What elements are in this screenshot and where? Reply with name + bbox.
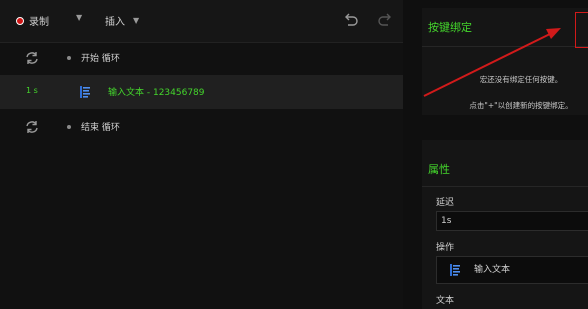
record-options-dropdown[interactable]: ▼ — [76, 13, 82, 22]
macro-row-loop-end[interactable]: 结束 循环 — [0, 110, 403, 144]
row-bullet — [67, 56, 71, 60]
text-doc-icon — [450, 264, 460, 276]
macro-toolbar: 录制 ▼ 插入 ▼ — [0, 0, 403, 43]
keybinding-panel: 按键绑定 宏还没有绑定任何按键。 点击"+"以创建新的按键绑定。 — [422, 8, 588, 115]
row-label: 开始 循环 — [81, 54, 120, 64]
redo-icon[interactable] — [377, 11, 393, 27]
loop-icon — [26, 52, 38, 64]
add-keybinding-button[interactable] — [575, 12, 588, 48]
no-binding-message: 宏还没有绑定任何按键。 — [479, 75, 563, 84]
record-button[interactable]: 录制 — [16, 13, 49, 28]
delay-value: 1s — [441, 216, 452, 226]
row-label: 输入文本 - 123456789 — [108, 88, 205, 98]
chevron-down-icon: ▼ — [76, 13, 83, 22]
text-label: 文本 — [436, 296, 455, 306]
macro-editor: 录制 ▼ 插入 ▼ 开始 循环 1 s 输入文本 - 123456789 结束 … — [0, 0, 403, 309]
record-label: 录制 — [29, 17, 49, 28]
keybinding-title: 按键绑定 — [428, 21, 472, 34]
row-bullet — [67, 125, 71, 129]
action-value: 输入文本 — [474, 265, 511, 275]
action-select[interactable]: 输入文本 — [436, 256, 588, 284]
delay-input[interactable]: 1s — [436, 211, 588, 231]
insert-label: 插入 — [105, 17, 125, 28]
record-icon — [16, 16, 24, 25]
chevron-down-icon: ▼ — [133, 16, 140, 25]
delay-label: 延迟 — [436, 198, 455, 208]
loop-icon — [26, 121, 38, 133]
insert-button[interactable]: 插入 ▼ — [105, 13, 139, 28]
action-label: 操作 — [436, 243, 455, 253]
row-delay: 1 s — [26, 86, 38, 95]
macro-row-type-text[interactable]: 1 s 输入文本 - 123456789 — [0, 75, 403, 109]
properties-title: 属性 — [428, 163, 450, 176]
undo-icon[interactable] — [343, 11, 359, 27]
row-label: 结束 循环 — [81, 123, 120, 133]
divider — [422, 46, 588, 47]
text-doc-icon — [80, 86, 90, 98]
macro-row-loop-start[interactable]: 开始 循环 — [0, 41, 403, 75]
add-binding-hint: 点击"+"以创建新的按键绑定。 — [469, 101, 573, 110]
divider — [422, 186, 588, 187]
